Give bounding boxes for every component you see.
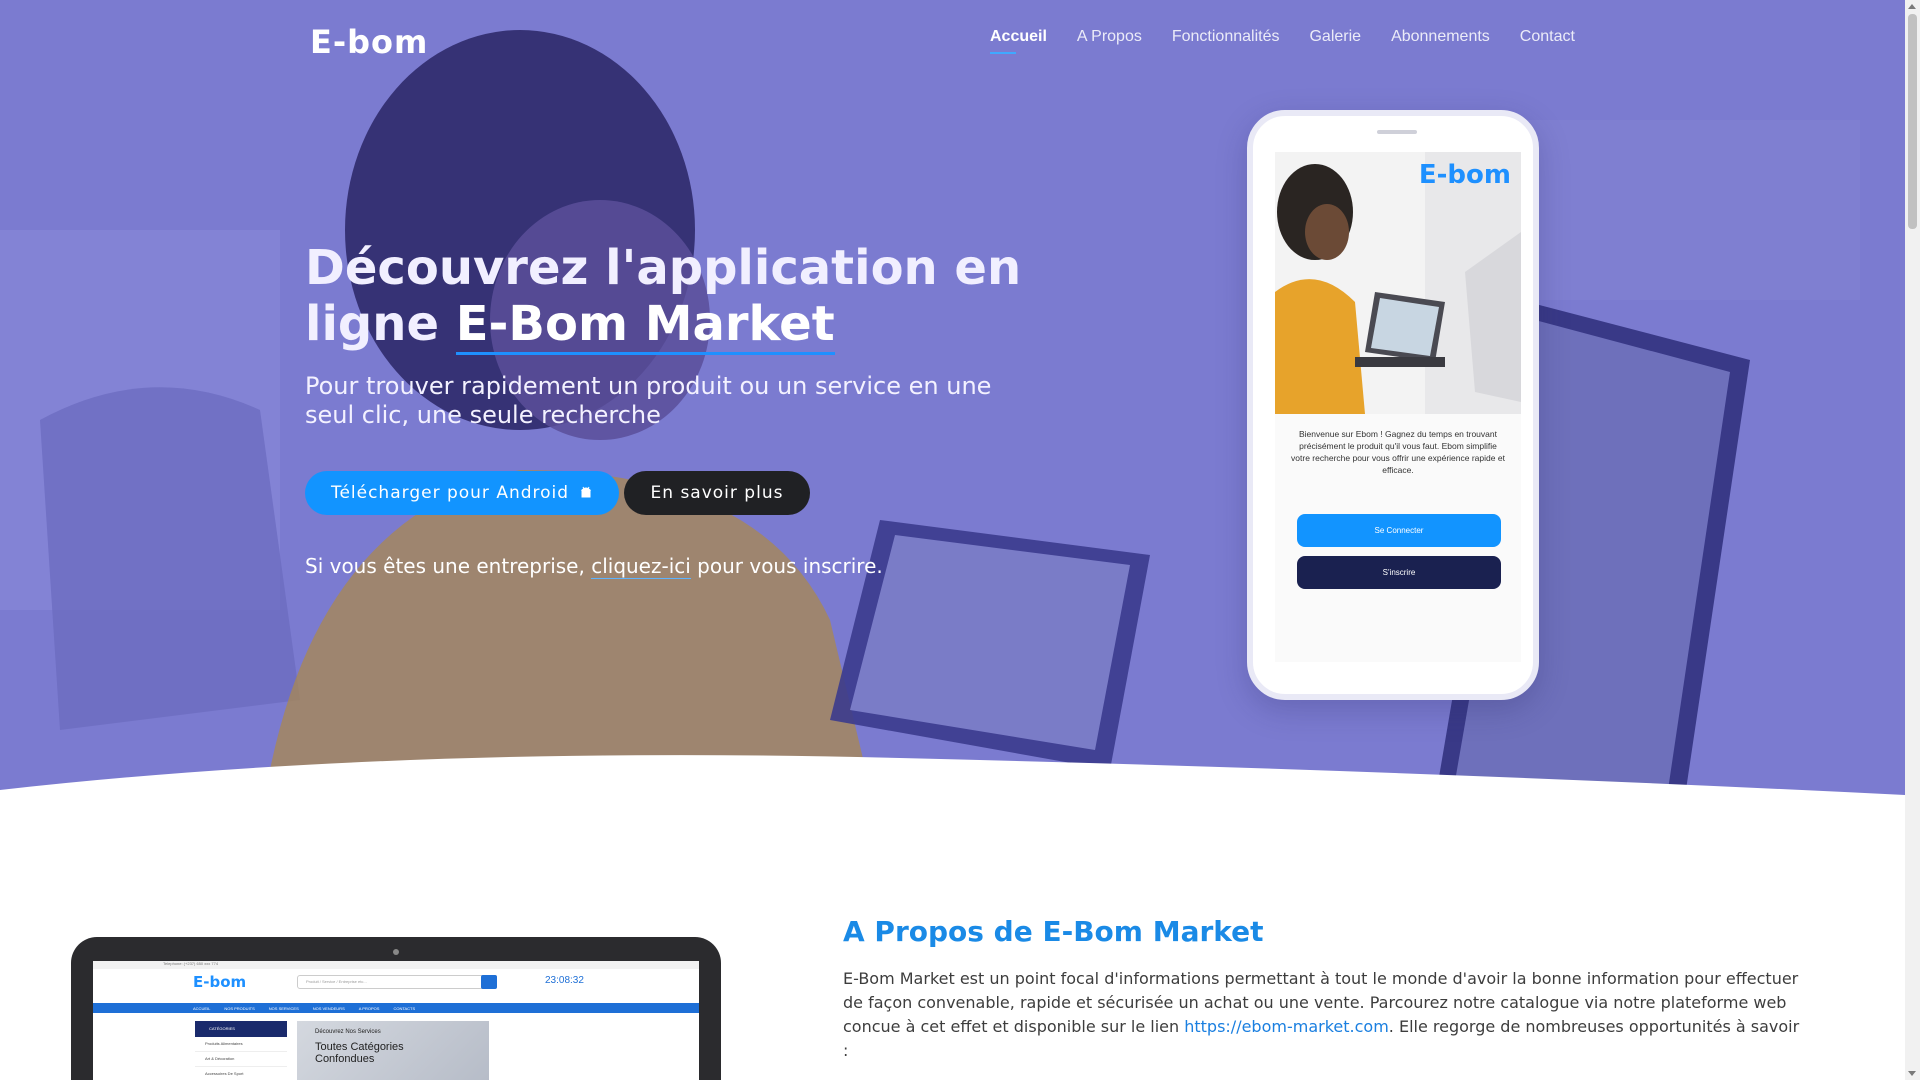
laptop-camera (393, 949, 399, 955)
nav-contact[interactable]: Contact (1520, 28, 1575, 54)
preview-menu-item: CONTACTS (393, 1005, 416, 1011)
phone-speaker (1377, 130, 1417, 134)
preview-clock: 23:08:32 (545, 975, 584, 986)
preview-logo: E-bom (193, 973, 247, 991)
company-signup-link[interactable]: cliquez-ici (591, 554, 691, 579)
phone-welcome-text: Bienvenue sur Ebom ! Gagnez du temps en … (1291, 429, 1505, 475)
preview-categories: CATÉGORIES Produits Alimentaires Art & D… (195, 1021, 287, 1080)
about-site-link[interactable]: https://ebom-market.com (1184, 1017, 1389, 1036)
hero-title: Découvrez l'application en ligne E-Bom M… (305, 240, 1065, 355)
nav-a-propos[interactable]: A Propos (1077, 28, 1142, 54)
scroll-down-arrow-icon[interactable] (1908, 1071, 1916, 1076)
hero-subtitle: Pour trouver rapidement un produit ou un… (305, 372, 992, 429)
nav-abonnements[interactable]: Abonnements (1391, 28, 1490, 54)
phone-app-photo (1275, 152, 1521, 414)
preview-menu-item: NOS VENDEURS (312, 1005, 345, 1011)
scroll-up-arrow-icon[interactable] (1908, 4, 1916, 9)
preview-category: Accessoires De Sport (195, 1067, 287, 1080)
preview-menu-item: A PROPOS (358, 1005, 380, 1011)
scrollbar-thumb[interactable] (1908, 14, 1917, 229)
hero-wave-divider (0, 755, 1905, 830)
hero-title-brand: E-Bom Market (455, 296, 835, 355)
preview-menu-item: ACCUEIL (193, 1005, 211, 1011)
preview-topbar: Telephone: (+237) 650 xxx 774 (93, 961, 699, 969)
learn-more-button[interactable]: En savoir plus (624, 471, 810, 515)
preview-menu-item: NOS PRODUITS (224, 1005, 255, 1011)
laptop-screen: Telephone: (+237) 650 xxx 774 E-bom Prod… (93, 961, 699, 1080)
phone-signup-button[interactable]: S'inscrire (1297, 556, 1501, 589)
preview-banner-line2: Toutes Catégories Confondues (315, 1041, 404, 1065)
company-note-prefix: Si vous êtes une entreprise, (305, 554, 592, 578)
preview-banner-line1: Découvrez Nos Services (315, 1029, 381, 1035)
laptop-mockup: Telephone: (+237) 650 xxx 774 E-bom Prod… (71, 937, 721, 1080)
main-nav: Accueil A Propos Fonctionnalités Galerie… (990, 28, 1575, 54)
company-note-suffix: pour vous inscrire. (690, 554, 883, 578)
preview-search-button (481, 975, 497, 989)
about-title: A Propos de E-Bom Market (843, 915, 1264, 948)
page-scrollbar[interactable] (1905, 0, 1920, 1080)
nav-fonctionnalites[interactable]: Fonctionnalités (1172, 28, 1280, 54)
preview-menu-item: NOS SERVICES (268, 1005, 299, 1011)
preview-category: Produits Alimentaires (195, 1037, 287, 1052)
download-android-button[interactable]: Télécharger pour Android (305, 471, 619, 515)
nav-galerie[interactable]: Galerie (1309, 28, 1361, 54)
site-logo[interactable]: E-bom (310, 23, 429, 61)
phone-screen: E-bom Bienvenue sur Ebom ! Gagnez du tem… (1275, 152, 1521, 662)
logo-text: E-bom (310, 23, 429, 61)
phone-mockup: E-bom Bienvenue sur Ebom ! Gagnez du tem… (1247, 110, 1539, 700)
preview-categories-header: CATÉGORIES (195, 1021, 287, 1037)
about-text: E-Bom Market est un point focal d'inform… (843, 967, 1803, 1063)
preview-menu: ACCUEIL NOS PRODUITS NOS SERVICES NOS VE… (93, 1003, 699, 1013)
preview-category: Art & Décoration (195, 1052, 287, 1067)
preview-banner: Découvrez Nos Services Toutes Catégories… (297, 1021, 489, 1080)
company-signup-note: Si vous êtes une entreprise, cliquez-ici… (305, 554, 883, 579)
nav-accueil[interactable]: Accueil (990, 28, 1047, 54)
android-icon (580, 486, 592, 498)
phone-logo: E-bom (1418, 160, 1511, 190)
download-android-label: Télécharger pour Android (330, 483, 570, 503)
phone-connect-button[interactable]: Se Connecter (1297, 514, 1501, 547)
preview-search-input: Produit / Service / Entreprise etc... (297, 975, 497, 989)
